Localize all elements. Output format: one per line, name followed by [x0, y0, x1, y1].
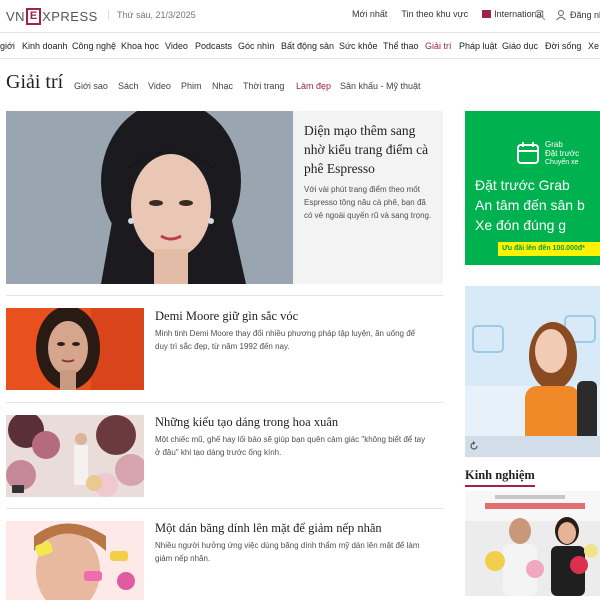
- nav-item[interactable]: Giải trí: [425, 41, 452, 51]
- article-title[interactable]: Những kiểu tạo dáng trong hoa xuân: [155, 415, 338, 430]
- nav-item[interactable]: Podcasts: [195, 41, 232, 51]
- main-navigation: giới Kinh doanh Công nghệ Khoa học Video Podc…: [0, 32, 600, 59]
- grab-brand: Grab Đặt trước Chuyến xe: [545, 140, 580, 166]
- calendar-icon: [517, 142, 539, 164]
- ad-footer-strip: [465, 265, 600, 285]
- featured-article-title[interactable]: Diện mạo thêm sang nhờ kiểu trang điểm c…: [304, 121, 434, 178]
- top-bar: VN E XPRESS Thứ sáu, 21/3/2025 Mới nhất …: [0, 0, 600, 32]
- divider: [6, 295, 443, 296]
- article-description: Nhiều người hưởng ứng việc dùng băng dín…: [155, 541, 420, 563]
- logo-e-box: E: [26, 7, 42, 25]
- nav-item[interactable]: Video: [165, 41, 188, 51]
- nav-item[interactable]: Pháp luật: [459, 41, 497, 51]
- article-image[interactable]: [6, 521, 144, 603]
- nav-item[interactable]: Kinh doanh: [22, 41, 68, 51]
- nav-item[interactable]: Góc nhìn: [238, 41, 275, 51]
- search-icon[interactable]: [534, 9, 546, 21]
- international-flag-icon: [482, 10, 492, 18]
- user-icon[interactable]: [555, 9, 567, 21]
- featured-article-image[interactable]: [6, 111, 293, 284]
- nav-item[interactable]: Giáo dục: [502, 41, 538, 51]
- nav-item[interactable]: Đời sống: [545, 41, 581, 51]
- article-description: Một chiếc mũ, ghế hay lối bảo sẽ giúp bạ…: [155, 435, 426, 457]
- featured-article-description: Với vài phút trang điểm theo mốt Espress…: [304, 185, 432, 220]
- article-image[interactable]: [6, 308, 144, 390]
- airport-advertisement[interactable]: [465, 286, 600, 457]
- logo-text-right: XPRESS: [42, 8, 98, 24]
- nav-item[interactable]: Thể thao: [383, 41, 419, 51]
- article-image[interactable]: [6, 415, 144, 497]
- ad-headline-2: An tâm đến sân b: [475, 197, 585, 213]
- subnav-item[interactable]: Nhạc: [212, 81, 233, 91]
- subnav-item[interactable]: Sân khấu - Mỹ thuật: [340, 81, 421, 91]
- ad-headline-3: Xe đón đúng g: [475, 217, 567, 233]
- divider: [6, 508, 443, 509]
- nav-item[interactable]: Khoa học: [121, 41, 159, 51]
- article-description: Minh tinh Demi Moore thay đổi nhiều phươ…: [155, 329, 416, 351]
- subnav-item[interactable]: Video: [148, 81, 171, 91]
- subnav-item[interactable]: Phim: [181, 81, 202, 91]
- sidebar-article-image[interactable]: [465, 491, 600, 596]
- ad-headline-1: Đặt trước Grab: [475, 177, 570, 193]
- local-news-link[interactable]: Tin theo khu vực: [401, 9, 468, 19]
- current-date: Thứ sáu, 21/3/2025: [108, 10, 196, 20]
- sidebar-section-title[interactable]: Kinh nghiệm: [465, 468, 535, 487]
- article-title[interactable]: Demi Moore giữ gìn sắc vóc: [155, 309, 298, 324]
- logo-text-left: VN: [6, 8, 26, 24]
- article-title[interactable]: Một dán băng dính lên mặt để giảm nếp nh…: [155, 521, 382, 536]
- subnav-item[interactable]: Giới sao: [74, 81, 108, 91]
- grab-advertisement[interactable]: Grab Đặt trước Chuyến xe Đặt trước Grab …: [465, 111, 600, 285]
- divider: [6, 402, 443, 403]
- nav-item[interactable]: Bất động sản: [281, 41, 334, 51]
- nav-item[interactable]: Công nghệ: [72, 41, 116, 51]
- nav-item[interactable]: giới: [0, 41, 15, 51]
- category-title[interactable]: Giải trí: [6, 71, 63, 94]
- latest-news-link[interactable]: Mới nhất: [352, 9, 387, 19]
- nav-item[interactable]: Xe: [588, 41, 599, 51]
- featured-article[interactable]: Diện mạo thêm sang nhờ kiểu trang điểm c…: [6, 111, 443, 284]
- subnav-item[interactable]: Sách: [118, 81, 139, 91]
- replay-icon[interactable]: [469, 441, 479, 451]
- vnexpress-logo[interactable]: VN E XPRESS: [6, 6, 98, 26]
- subnav-item[interactable]: Làm đẹp: [296, 81, 331, 91]
- login-link[interactable]: Đăng nh: [570, 10, 600, 20]
- subnav-item[interactable]: Thời trang: [243, 81, 284, 91]
- nav-item[interactable]: Sức khỏe: [339, 41, 378, 51]
- ad-cta[interactable]: Ưu đãi lên đến 100.000đ*: [498, 242, 600, 256]
